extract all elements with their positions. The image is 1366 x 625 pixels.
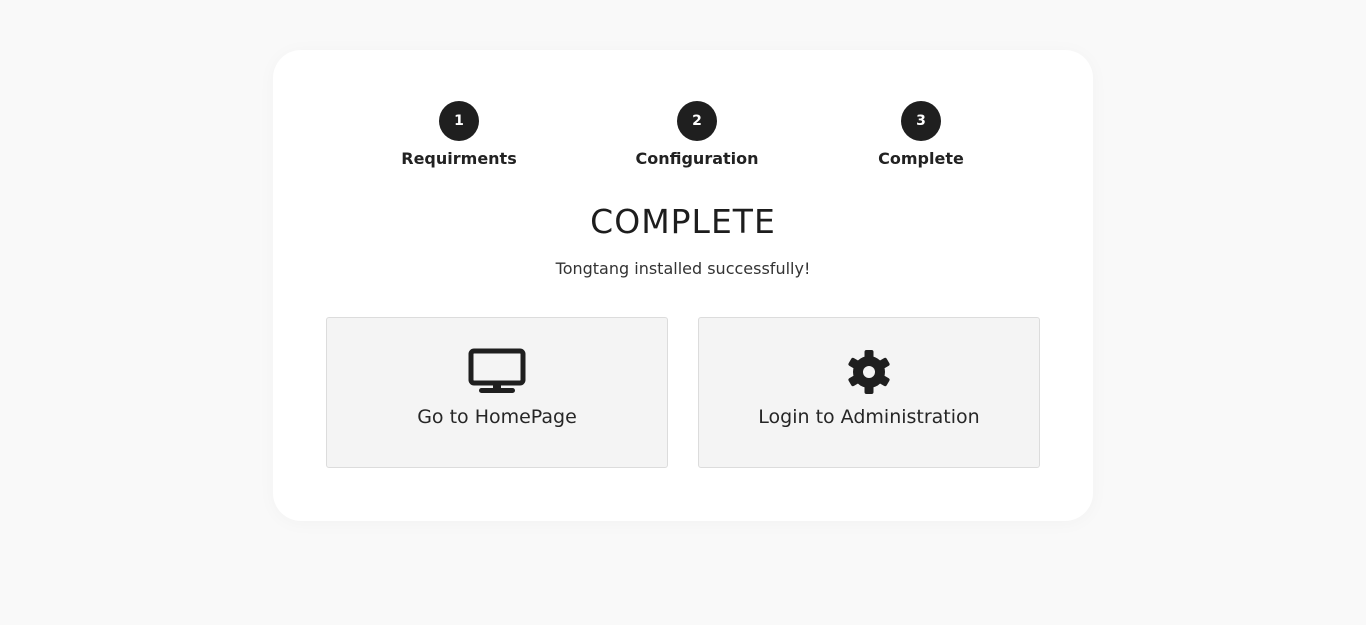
gear-icon	[848, 350, 890, 394]
step-number: 1	[439, 101, 479, 141]
success-message: Tongtang installed successfully!	[555, 259, 811, 278]
step-configuration: 2 Configuration	[607, 101, 787, 168]
step-complete: 3 Complete	[831, 101, 1011, 168]
step-label: Requirments	[401, 149, 517, 168]
step-number: 3	[901, 101, 941, 141]
step-label: Configuration	[635, 149, 759, 168]
login-administration-button[interactable]: Login to Administration	[698, 317, 1040, 468]
monitor-icon	[468, 348, 526, 393]
step-requirements: 1 Requirments	[369, 101, 549, 168]
page-title: COMPLETE	[590, 202, 776, 241]
install-complete-card: 1 Requirments 2 Configuration 3 Complete…	[273, 50, 1093, 521]
step-number: 2	[677, 101, 717, 141]
action-label: Login to Administration	[758, 406, 980, 428]
go-to-homepage-button[interactable]: Go to HomePage	[326, 317, 668, 468]
action-label: Go to HomePage	[417, 406, 577, 428]
step-label: Complete	[878, 149, 964, 168]
